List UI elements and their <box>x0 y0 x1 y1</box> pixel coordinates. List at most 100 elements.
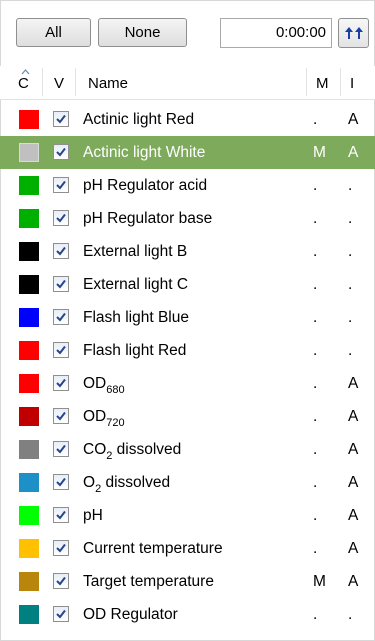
channel-name-subscript: 720 <box>106 417 125 429</box>
time-field[interactable]: 0:00:00 <box>220 18 332 48</box>
checkmark-icon <box>56 411 66 421</box>
list-item[interactable]: External light B.. <box>0 235 375 268</box>
column-header: C V Name M I <box>0 66 375 100</box>
color-swatch[interactable] <box>19 539 39 558</box>
list-item[interactable]: Current temperature. A <box>0 532 375 565</box>
color-swatch[interactable] <box>19 440 39 459</box>
checkmark-icon <box>56 378 66 388</box>
list-item[interactable]: OD Regulator.. <box>0 598 375 631</box>
visible-checkbox[interactable] <box>53 243 69 259</box>
channel-name: External light B <box>83 243 188 260</box>
list-item[interactable]: O2 dissolved. A <box>0 466 375 499</box>
channel-name: Flash light Red <box>83 342 187 359</box>
color-swatch[interactable] <box>19 242 39 261</box>
color-swatch[interactable] <box>19 110 39 129</box>
channel-name: Current temperature <box>83 540 223 557</box>
i-flag: A <box>348 144 359 161</box>
none-button[interactable]: None <box>98 18 187 47</box>
visible-checkbox[interactable] <box>53 507 69 523</box>
list-item[interactable]: Flash light Red.. <box>0 334 375 367</box>
i-flag: . <box>348 243 353 260</box>
visible-checkbox[interactable] <box>53 276 69 292</box>
list-item[interactable]: External light C.. <box>0 268 375 301</box>
sort-button[interactable] <box>338 18 369 48</box>
color-swatch[interactable] <box>19 341 39 360</box>
m-flag: . <box>313 243 318 260</box>
channel-name: O2 dissolved <box>83 466 170 499</box>
channel-name: Actinic light Red <box>83 111 195 128</box>
visible-checkbox[interactable] <box>53 540 69 556</box>
list-item[interactable]: Actinic light Red. A <box>0 103 375 136</box>
color-swatch[interactable] <box>19 209 39 228</box>
m-flag: . <box>313 375 318 392</box>
color-swatch[interactable] <box>19 374 39 393</box>
channel-name: Flash light Blue <box>83 309 189 326</box>
color-swatch[interactable] <box>19 605 39 624</box>
list-item[interactable]: pH. A <box>0 499 375 532</box>
list-item[interactable]: OD720. A <box>0 400 375 433</box>
visible-checkbox[interactable] <box>53 309 69 325</box>
color-swatch[interactable] <box>19 143 39 162</box>
list-item[interactable]: pH Regulator acid.. <box>0 169 375 202</box>
color-swatch[interactable] <box>19 176 39 195</box>
m-flag: . <box>313 507 318 524</box>
list-item[interactable]: pH Regulator base.. <box>0 202 375 235</box>
visible-checkbox[interactable] <box>53 375 69 391</box>
checkmark-icon <box>56 510 66 520</box>
column-header-m[interactable]: M <box>316 66 329 99</box>
m-flag: M <box>313 573 326 590</box>
color-swatch[interactable] <box>19 473 39 492</box>
visible-checkbox[interactable] <box>53 342 69 358</box>
visible-checkbox[interactable] <box>53 441 69 457</box>
list-item[interactable]: Flash light Blue.. <box>0 301 375 334</box>
m-flag: . <box>313 474 318 491</box>
color-swatch[interactable] <box>19 275 39 294</box>
color-swatch[interactable] <box>19 572 39 591</box>
visible-checkbox[interactable] <box>53 606 69 622</box>
i-flag: A <box>348 573 359 590</box>
color-swatch[interactable] <box>19 506 39 525</box>
checkmark-icon <box>56 213 66 223</box>
list-item[interactable]: Target temperature M A <box>0 565 375 598</box>
list-item[interactable]: OD680. A <box>0 367 375 400</box>
all-button[interactable]: All <box>16 18 91 47</box>
visible-checkbox[interactable] <box>53 408 69 424</box>
i-flag: A <box>348 540 359 557</box>
m-flag: M <box>313 144 326 161</box>
channel-name-main: O <box>83 474 96 491</box>
checkmark-icon <box>56 444 66 454</box>
checkmark-icon <box>56 147 66 157</box>
column-header-color[interactable]: C <box>18 66 32 99</box>
header-divider <box>42 68 43 96</box>
column-header-name[interactable]: Name <box>88 66 128 99</box>
m-flag: . <box>313 342 318 359</box>
i-flag: A <box>348 507 359 524</box>
visible-checkbox[interactable] <box>53 573 69 589</box>
m-flag: . <box>313 309 318 326</box>
channel-name: pH <box>83 507 103 524</box>
i-flag: A <box>348 408 359 425</box>
list-item[interactable]: CO2 dissolved. A <box>0 433 375 466</box>
visible-checkbox[interactable] <box>53 210 69 226</box>
column-header-color-label: C <box>18 75 29 92</box>
column-header-i[interactable]: I <box>350 66 354 99</box>
color-swatch[interactable] <box>19 308 39 327</box>
visible-checkbox[interactable] <box>53 474 69 490</box>
checkmark-icon <box>56 312 66 322</box>
visible-checkbox[interactable] <box>53 111 69 127</box>
checkmark-icon <box>56 114 66 124</box>
channel-name: pH Regulator base <box>83 210 213 227</box>
checkmark-icon <box>56 180 66 190</box>
list-item[interactable]: Actinic light White M A <box>0 136 375 169</box>
i-flag: . <box>348 309 353 326</box>
visible-checkbox[interactable] <box>53 177 69 193</box>
m-flag: . <box>313 408 318 425</box>
column-header-visible[interactable]: V <box>54 66 64 99</box>
visible-checkbox[interactable] <box>53 144 69 160</box>
i-flag: . <box>348 342 353 359</box>
i-flag: A <box>348 441 359 458</box>
channel-name: OD680 <box>83 367 125 400</box>
channel-name-rest: dissolved <box>101 474 171 491</box>
color-swatch[interactable] <box>19 407 39 426</box>
toolbar: All None 0:00:00 <box>0 0 375 66</box>
